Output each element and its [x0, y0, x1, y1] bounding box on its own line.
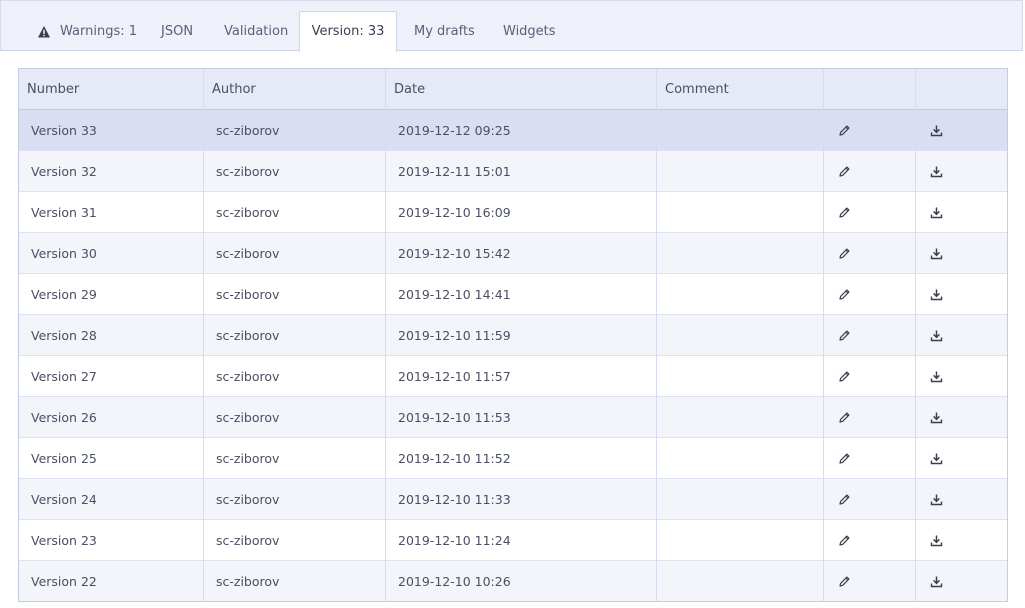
- tab-my-drafts-label: My drafts: [414, 24, 475, 39]
- cell-date: 2019-12-10 11:59: [398, 327, 511, 343]
- cell-number: Version 32: [31, 163, 97, 179]
- column-divider: [203, 69, 204, 601]
- cell-author: sc-ziborov: [216, 450, 280, 466]
- cell-number: Version 31: [31, 204, 97, 220]
- pencil-icon[interactable]: [836, 163, 852, 179]
- pencil-icon[interactable]: [836, 286, 852, 302]
- cell-date: 2019-12-10 11:24: [398, 532, 511, 548]
- tab-widgets-label: Widgets: [503, 24, 556, 39]
- table-row[interactable]: Version 33 sc-ziborov 2019-12-12 09:25: [19, 110, 1007, 151]
- cell-number: Version 24: [31, 491, 97, 507]
- download-icon[interactable]: [928, 245, 944, 261]
- cell-date: 2019-12-10 16:09: [398, 204, 511, 220]
- tab-version-label: Version: 33: [311, 24, 385, 39]
- download-icon[interactable]: [928, 368, 944, 384]
- table-row[interactable]: Version 29 sc-ziborov 2019-12-10 14:41: [19, 274, 1007, 315]
- pencil-icon[interactable]: [836, 573, 852, 589]
- download-icon[interactable]: [928, 450, 944, 466]
- pencil-icon[interactable]: [836, 450, 852, 466]
- cell-number: Version 28: [31, 327, 97, 343]
- cell-number: Version 23: [31, 532, 97, 548]
- column-header-edit: [824, 69, 916, 109]
- download-icon[interactable]: [928, 573, 944, 589]
- table-row[interactable]: Version 30 sc-ziborov 2019-12-10 15:42: [19, 233, 1007, 274]
- column-header-download: [916, 69, 1007, 109]
- cell-number: Version 26: [31, 409, 97, 425]
- versions-table: Number Author Date Comment Version 33 sc-…: [18, 68, 1008, 602]
- table-header: Number Author Date Comment: [19, 69, 1007, 110]
- download-icon[interactable]: [928, 491, 944, 507]
- table-row[interactable]: Version 31 sc-ziborov 2019-12-10 16:09: [19, 192, 1007, 233]
- table-row[interactable]: Version 27 sc-ziborov 2019-12-10 11:57: [19, 356, 1007, 397]
- table-row[interactable]: Version 24 sc-ziborov 2019-12-10 11:33: [19, 479, 1007, 520]
- download-icon[interactable]: [928, 122, 944, 138]
- cell-author: sc-ziborov: [216, 245, 280, 261]
- cell-date: 2019-12-10 14:41: [398, 286, 511, 302]
- tab-warnings[interactable]: Warnings: 1: [37, 11, 137, 52]
- cell-author: sc-ziborov: [216, 122, 280, 138]
- pencil-icon[interactable]: [836, 491, 852, 507]
- pencil-icon[interactable]: [836, 122, 852, 138]
- download-icon[interactable]: [928, 163, 944, 179]
- column-header-number[interactable]: Number: [19, 69, 204, 109]
- cell-date: 2019-12-10 11:33: [398, 491, 511, 507]
- table-row[interactable]: Version 32 sc-ziborov 2019-12-11 15:01: [19, 151, 1007, 192]
- pencil-icon[interactable]: [836, 532, 852, 548]
- download-icon[interactable]: [928, 409, 944, 425]
- cell-number: Version 27: [31, 368, 97, 384]
- cell-author: sc-ziborov: [216, 368, 280, 384]
- tab-validation[interactable]: Validation: [224, 11, 288, 52]
- tab-json-label: JSON: [161, 24, 194, 39]
- cell-author: sc-ziborov: [216, 532, 280, 548]
- cell-date: 2019-12-12 09:25: [398, 122, 511, 138]
- download-icon[interactable]: [928, 532, 944, 548]
- cell-author: sc-ziborov: [216, 327, 280, 343]
- download-icon[interactable]: [928, 327, 944, 343]
- cell-date: 2019-12-10 11:53: [398, 409, 511, 425]
- download-icon[interactable]: [928, 204, 944, 220]
- warning-icon: [38, 25, 50, 37]
- pencil-icon[interactable]: [836, 245, 852, 261]
- cell-date: 2019-12-10 10:26: [398, 573, 511, 589]
- cell-author: sc-ziborov: [216, 573, 280, 589]
- column-header-author[interactable]: Author: [204, 69, 386, 109]
- column-divider: [385, 69, 386, 601]
- cell-number: Version 22: [31, 573, 97, 589]
- cell-date: 2019-12-11 15:01: [398, 163, 511, 179]
- tab-my-drafts[interactable]: My drafts: [414, 11, 475, 52]
- pencil-icon[interactable]: [836, 409, 852, 425]
- column-header-comment[interactable]: Comment: [657, 69, 824, 109]
- column-divider: [823, 69, 824, 601]
- table-row[interactable]: Version 28 sc-ziborov 2019-12-10 11:59: [19, 315, 1007, 356]
- cell-author: sc-ziborov: [216, 163, 280, 179]
- download-icon[interactable]: [928, 286, 944, 302]
- column-header-date[interactable]: Date: [386, 69, 657, 109]
- column-divider: [915, 69, 916, 601]
- cell-number: Version 33: [31, 122, 97, 138]
- table-row[interactable]: Version 23 sc-ziborov 2019-12-10 11:24: [19, 520, 1007, 561]
- column-divider: [656, 69, 657, 601]
- cell-number: Version 29: [31, 286, 97, 302]
- cell-date: 2019-12-10 11:57: [398, 368, 511, 384]
- cell-author: sc-ziborov: [216, 204, 280, 220]
- table-row[interactable]: Version 22 sc-ziborov 2019-12-10 10:26: [19, 561, 1007, 601]
- cell-number: Version 25: [31, 450, 97, 466]
- cell-number: Version 30: [31, 245, 97, 261]
- tab-json[interactable]: JSON: [161, 11, 193, 52]
- cell-author: sc-ziborov: [216, 409, 280, 425]
- cell-date: 2019-12-10 15:42: [398, 245, 511, 261]
- tab-bar: Warnings: 1 JSON Validation Version: 33 …: [0, 0, 1023, 52]
- table-row[interactable]: Version 25 sc-ziborov 2019-12-10 11:52: [19, 438, 1007, 479]
- cell-date: 2019-12-10 11:52: [398, 450, 511, 466]
- tab-validation-label: Validation: [224, 24, 289, 39]
- pencil-icon[interactable]: [836, 327, 852, 343]
- cell-author: sc-ziborov: [216, 491, 280, 507]
- tab-warnings-label: Warnings: 1: [60, 24, 138, 39]
- table-row[interactable]: Version 26 sc-ziborov 2019-12-10 11:53: [19, 397, 1007, 438]
- pencil-icon[interactable]: [836, 368, 852, 384]
- pencil-icon[interactable]: [836, 204, 852, 220]
- cell-author: sc-ziborov: [216, 286, 280, 302]
- tab-version[interactable]: Version: 33: [299, 11, 397, 52]
- tab-widgets[interactable]: Widgets: [503, 11, 556, 52]
